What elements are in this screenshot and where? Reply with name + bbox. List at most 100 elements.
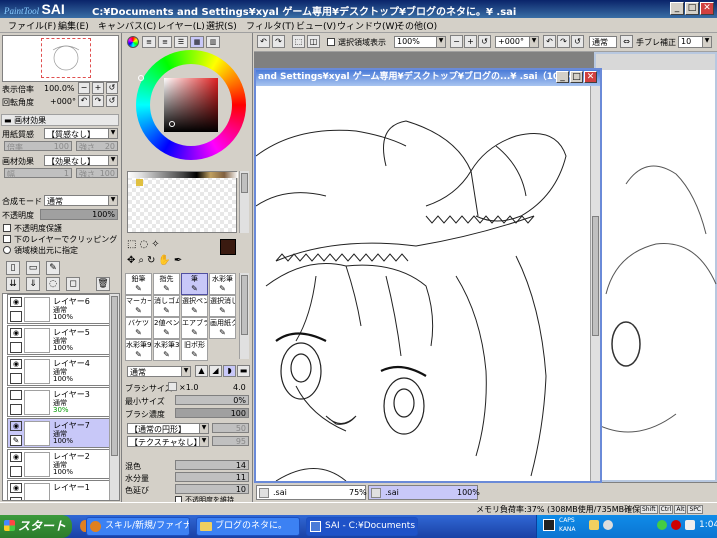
rotate-tool-icon[interactable]: ↻ (147, 255, 158, 266)
zoom-out-icon[interactable]: − (78, 82, 90, 94)
tool-button[interactable]: エアブラシ✎ (181, 317, 208, 339)
lock-box[interactable] (10, 404, 22, 415)
brush-size-value[interactable]: 4.0 (233, 383, 246, 392)
close-icon[interactable]: ✕ (700, 2, 714, 15)
task-sai[interactable]: SAI - C:¥Documents ... (306, 517, 418, 536)
background-window-titlebar[interactable] (596, 54, 715, 70)
doc-tab-2[interactable]: .sai 100% (368, 485, 480, 500)
maximize-icon[interactable]: □ (685, 2, 699, 15)
menu-view[interactable]: ビュー(V) (296, 19, 336, 32)
zoom-dropdown[interactable]: 100% ▼ (394, 36, 446, 48)
effect-width-slider[interactable]: 幅1 (4, 168, 72, 179)
task-folder[interactable]: ブログのネタに。 (196, 517, 300, 536)
eye-icon[interactable]: ◉ (10, 328, 22, 338)
lasso-icon[interactable]: ◌ (139, 239, 151, 250)
hand-icon[interactable]: ✋ (158, 255, 173, 266)
tool-button[interactable]: 筆 ✎ (181, 273, 208, 295)
opacity-slider[interactable]: 100% (40, 209, 118, 220)
tool-grid-scrollbar[interactable] (239, 273, 249, 359)
rotate-right-icon[interactable]: ↷ (92, 95, 104, 107)
undo-icon[interactable]: ↶ (257, 35, 270, 48)
main-canvas-window[interactable]: and Settings¥xyal ゲーム専用¥デスクトップ¥ブログの...¥ … (254, 68, 602, 483)
navigator-preview[interactable] (2, 35, 119, 82)
zoom-in-icon[interactable]: + (92, 82, 104, 94)
brush-shape-flat-icon[interactable]: ▬ (237, 365, 250, 377)
flip-icon[interactable]: ⇔ (620, 35, 633, 48)
menu-select[interactable]: 選択(S) (206, 19, 237, 32)
rotate-reset-icon[interactable]: ↺ (106, 95, 118, 107)
canvas-maximize-icon[interactable]: □ (570, 71, 583, 83)
preserve-opacity-checkbox[interactable] (3, 224, 11, 232)
start-button[interactable]: スタート (0, 515, 72, 538)
clip-lower-checkbox[interactable] (3, 235, 11, 243)
toolbar-zoom-out-icon[interactable]: − (450, 35, 463, 48)
paper-effect-header[interactable]: ▬ 画材効果 (1, 114, 119, 126)
invert-selection-icon[interactable]: ◫ (307, 35, 320, 48)
eye-hidden-icon[interactable] (10, 390, 22, 400)
tray-folder-icon[interactable] (589, 520, 599, 530)
merge-down-icon[interactable]: ⇓ (26, 277, 40, 291)
rgb-slider-mode-icon[interactable]: ≡ (142, 36, 156, 48)
texture-strength-slider-tool[interactable]: 95 (212, 436, 249, 446)
color-wheel-mode-icon[interactable] (127, 36, 139, 48)
texture-strength-slider[interactable]: 強さ 20 (76, 141, 118, 152)
tool-button[interactable]: 鉛筆 ✎ (125, 273, 152, 295)
toolbar-rotate-right-icon[interactable]: ↷ (557, 35, 570, 48)
artwork-lineart[interactable] (256, 86, 590, 481)
layer-row[interactable]: ◉ レイヤー4 通常 100% (7, 356, 111, 386)
brush-shape-round-icon[interactable]: ◗ (223, 365, 236, 377)
lock-box[interactable] (10, 497, 22, 500)
tool-button[interactable]: 画用紙クラック✎ (209, 317, 236, 339)
primary-color-swatch[interactable] (220, 239, 236, 255)
tray-network-icon[interactable] (657, 520, 667, 530)
eraser-layer-icon[interactable]: ◻ (66, 277, 80, 291)
canvas-vscrollbar[interactable] (590, 86, 600, 481)
zoom-tool-icon[interactable]: ⌕ (138, 255, 147, 266)
tray-app-icon[interactable] (603, 520, 613, 530)
swatch-mode-icon[interactable]: ▦ (190, 36, 204, 48)
stabilizer-dropdown[interactable]: 10 ▼ (678, 36, 712, 48)
brush-shape-dropdown[interactable]: 【通常の円形】 ▼ (127, 423, 209, 434)
tool-button[interactable]: 水彩筆9号✎ (125, 339, 152, 361)
layer-scroll-thumb[interactable] (111, 296, 118, 456)
texture-scale-slider[interactable]: 倍率 100 (4, 141, 72, 152)
menu-edit[interactable]: 編集(E) (58, 19, 89, 32)
brush-size-mult[interactable]: ×1.0 (179, 383, 198, 392)
blend-mode-dropdown[interactable]: 通常 ▼ (44, 195, 118, 206)
rotate-left-icon[interactable]: ↶ (78, 95, 90, 107)
blending-slider[interactable]: 14 (175, 460, 249, 470)
tray-volume-icon[interactable] (685, 520, 695, 530)
lock-box[interactable] (10, 466, 22, 477)
canvas-window-titlebar[interactable]: and Settings¥xyal ゲーム専用¥デスクトップ¥ブログの...¥ … (256, 70, 600, 86)
eye-icon[interactable]: ◉ (10, 421, 22, 431)
delete-layer-icon[interactable]: 🗑 (96, 277, 110, 291)
brush-blend-dropdown[interactable]: 通常 ▼ (127, 366, 191, 377)
transfer-down-icon[interactable]: ⇊ (6, 277, 20, 291)
tool-button[interactable]: 水彩筆 ✎ (209, 273, 236, 295)
new-linework-icon[interactable]: ✎ (46, 261, 60, 275)
doc-tab-1[interactable]: .sai 75% (256, 485, 367, 500)
brush-texture-dropdown[interactable]: 【テクスチャなし】 ▼ (127, 436, 209, 447)
scratchpad-mode-icon[interactable]: ▥ (206, 36, 220, 48)
tool-button[interactable]: 水彩筆3号✎ (153, 339, 180, 361)
background-canvas-window[interactable] (594, 52, 717, 482)
menu-canvas[interactable]: キャンバス(C) (98, 19, 156, 32)
eye-icon[interactable]: ◉ (10, 483, 22, 493)
tool-button[interactable]: 指先 ✎ (153, 273, 180, 295)
menu-window[interactable]: ウィンドウ(W) (337, 19, 398, 32)
brush-size-toggle[interactable] (168, 382, 177, 391)
canvas-minimize-icon[interactable]: _ (556, 71, 569, 83)
eyedropper-icon[interactable]: ✒ (174, 255, 185, 266)
toolbar-zoom-in-icon[interactable]: + (464, 35, 477, 48)
tool-button[interactable]: 消しゴム ✎ (153, 295, 180, 317)
lock-box[interactable] (10, 342, 22, 353)
menu-layer[interactable]: レイヤー(L) (157, 19, 205, 32)
effect-dropdown[interactable]: 【効果なし】 ▼ (44, 155, 118, 166)
swatch-palette[interactable] (127, 171, 238, 233)
stretch-slider[interactable]: 10 (175, 484, 249, 494)
layer-row[interactable]: ◉ ✎ レイヤー7 通常 100% (7, 418, 111, 448)
min-size-slider[interactable]: 0% (175, 395, 249, 405)
tool-button[interactable]: 2値ペン ✎ (153, 317, 180, 339)
tool-button[interactable]: 選択消し ✎ (209, 295, 236, 317)
tray-security-icon[interactable] (671, 520, 681, 530)
